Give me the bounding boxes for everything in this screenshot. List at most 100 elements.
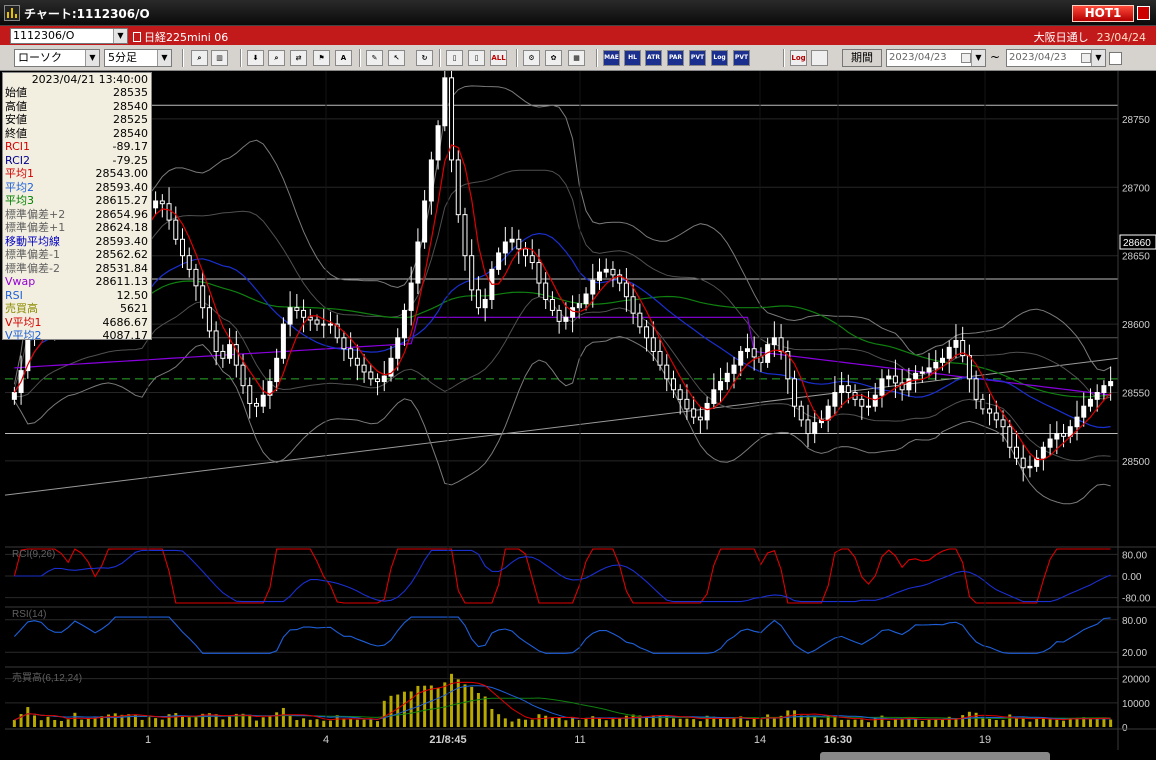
period-checkbox[interactable] — [1109, 52, 1122, 65]
date-from-field[interactable]: 2023/04/23 ▼ — [886, 49, 986, 67]
candle-body — [274, 357, 280, 383]
volume-bar — [833, 717, 837, 727]
volume-bar — [934, 719, 938, 727]
bottom-tab[interactable] — [820, 752, 1050, 760]
candle-body — [173, 219, 179, 240]
log-scale-icon[interactable]: Log — [790, 50, 807, 66]
volume-bar — [1014, 718, 1018, 727]
x-axis-label: 21/8:45 — [429, 734, 466, 746]
candle-body — [590, 279, 596, 295]
candle-body — [502, 241, 508, 254]
volume-bar — [927, 719, 931, 727]
toolbar: ローソク ▼ 5分足 ▼ ⌕ ▥ ⬇ ⌕ ⇄ ⚑ A ✎ ↖ ↻ ▯ ▯ ALL ⚙ ✿ ▦ MAE HL ATR P… — [0, 45, 1156, 71]
text-tool-icon[interactable]: A — [335, 50, 352, 66]
compare-icon[interactable]: ⇄ — [290, 50, 307, 66]
atr-indicator-icon[interactable]: PVT — [689, 50, 706, 66]
cursor-icon[interactable]: ↖ — [388, 50, 405, 66]
symbol-select[interactable]: 1112306/O ▼ — [10, 28, 128, 44]
window-b-icon[interactable]: ▯ — [468, 50, 485, 66]
hl-indicator-icon[interactable]: PAR — [667, 50, 684, 66]
volume-bar — [73, 712, 77, 727]
candle-body — [933, 361, 939, 369]
ma-indicator-icon[interactable]: MAE — [603, 50, 620, 66]
hot1-button[interactable]: HOT1 — [1072, 5, 1134, 22]
candle-body — [469, 255, 475, 291]
window-title: チャート:1112306/O — [24, 7, 150, 21]
volume-bar — [187, 717, 191, 727]
volume-tick-label: 10000 — [1122, 699, 1150, 710]
export-icon[interactable] — [811, 50, 828, 66]
data-window-label: V平均2 — [5, 329, 42, 342]
settings-gear-icon[interactable]: ⚙ — [523, 50, 540, 66]
volume-bar — [846, 719, 850, 727]
mae-indicator-icon[interactable]: ATR — [645, 50, 662, 66]
window-a-icon[interactable]: ▯ — [446, 50, 463, 66]
bollinger-upper1-line — [13, 169, 1111, 400]
chevron-down-icon[interactable]: ▼ — [113, 29, 127, 43]
date-to-field[interactable]: 2023/04/23 ▼ — [1006, 49, 1106, 67]
volume-tick-label: 20000 — [1122, 675, 1150, 686]
ruler-icon[interactable]: ▥ — [211, 50, 228, 66]
candle-body — [637, 312, 643, 328]
download-icon[interactable]: ⬇ — [247, 50, 264, 66]
period-button[interactable]: 期間 — [842, 49, 882, 67]
volume-bar — [261, 717, 265, 727]
pencil-icon[interactable]: ✎ — [366, 50, 383, 66]
volume-bar — [46, 716, 50, 727]
interval-select[interactable]: 5分足 ▼ — [104, 49, 172, 67]
chart-area[interactable]: 28750 28700 28650 28600 28550 28500 28660 RCI(9… — [0, 71, 1156, 760]
data-window-value: 4686.67 — [102, 315, 149, 329]
volume-bar — [349, 718, 353, 727]
candle-body — [280, 323, 286, 359]
candle-body — [812, 422, 818, 435]
volume-bar — [322, 720, 326, 727]
chevron-down-icon[interactable]: ▼ — [971, 50, 985, 66]
calendar-checkbox-icon[interactable] — [961, 53, 971, 63]
data-window-label: RCI1 — [5, 140, 31, 153]
bb-indicator-icon[interactable]: HL — [624, 50, 641, 66]
price-tick-label: 28600 — [1122, 320, 1150, 331]
data-window-row: 始値 28535 — [3, 86, 151, 100]
volume-bar — [584, 717, 588, 727]
volume-bar — [1021, 718, 1025, 727]
candle-body — [482, 298, 488, 309]
volume-bar — [39, 720, 43, 727]
color-icon[interactable]: ▦ — [568, 50, 585, 66]
candle-body — [193, 268, 199, 287]
chart-canvas[interactable]: 28750 28700 28650 28600 28550 28500 28660 RCI(9… — [0, 71, 1156, 750]
volume-bar — [611, 719, 615, 727]
calendar-checkbox-icon[interactable] — [1081, 53, 1091, 63]
palette-icon[interactable]: ✿ — [545, 50, 562, 66]
volume-bar — [181, 716, 185, 727]
candle-body — [939, 357, 945, 363]
search-chart-icon[interactable]: ⌕ — [268, 50, 285, 66]
candle-body — [751, 348, 757, 358]
candle-body — [691, 408, 697, 418]
pvt-indicator-icon[interactable]: PVT — [733, 50, 750, 66]
volume-bar — [1035, 718, 1039, 727]
candle-body — [778, 337, 784, 352]
candle-body — [980, 398, 986, 410]
volume-bar — [221, 719, 225, 727]
candle-body — [509, 238, 515, 243]
volume-bar — [308, 719, 312, 727]
flag-icon[interactable]: ⚑ — [313, 50, 330, 66]
x-axis-label: 1 — [145, 734, 151, 746]
candle-body — [953, 340, 959, 348]
chevron-down-icon[interactable]: ▼ — [85, 50, 99, 66]
par-indicator-icon[interactable]: Log — [711, 50, 728, 66]
candle-body — [1040, 446, 1046, 459]
data-window-value: -79.25 — [112, 153, 148, 167]
x-axis-label: 16:30 — [824, 734, 852, 746]
window-menu-button[interactable] — [1137, 6, 1150, 20]
candle-body — [845, 385, 851, 394]
zoom-icon[interactable]: ⌕ — [191, 50, 208, 66]
volume-bar — [369, 719, 373, 727]
rotate-icon[interactable]: ↻ — [416, 50, 433, 66]
candle-body — [892, 375, 898, 384]
chevron-down-icon[interactable]: ▼ — [157, 50, 171, 66]
candle-body — [159, 200, 165, 205]
chevron-down-icon[interactable]: ▼ — [1091, 50, 1105, 66]
all-windows-icon[interactable]: ALL — [490, 50, 507, 66]
chart-type-select[interactable]: ローソク ▼ — [14, 49, 100, 67]
